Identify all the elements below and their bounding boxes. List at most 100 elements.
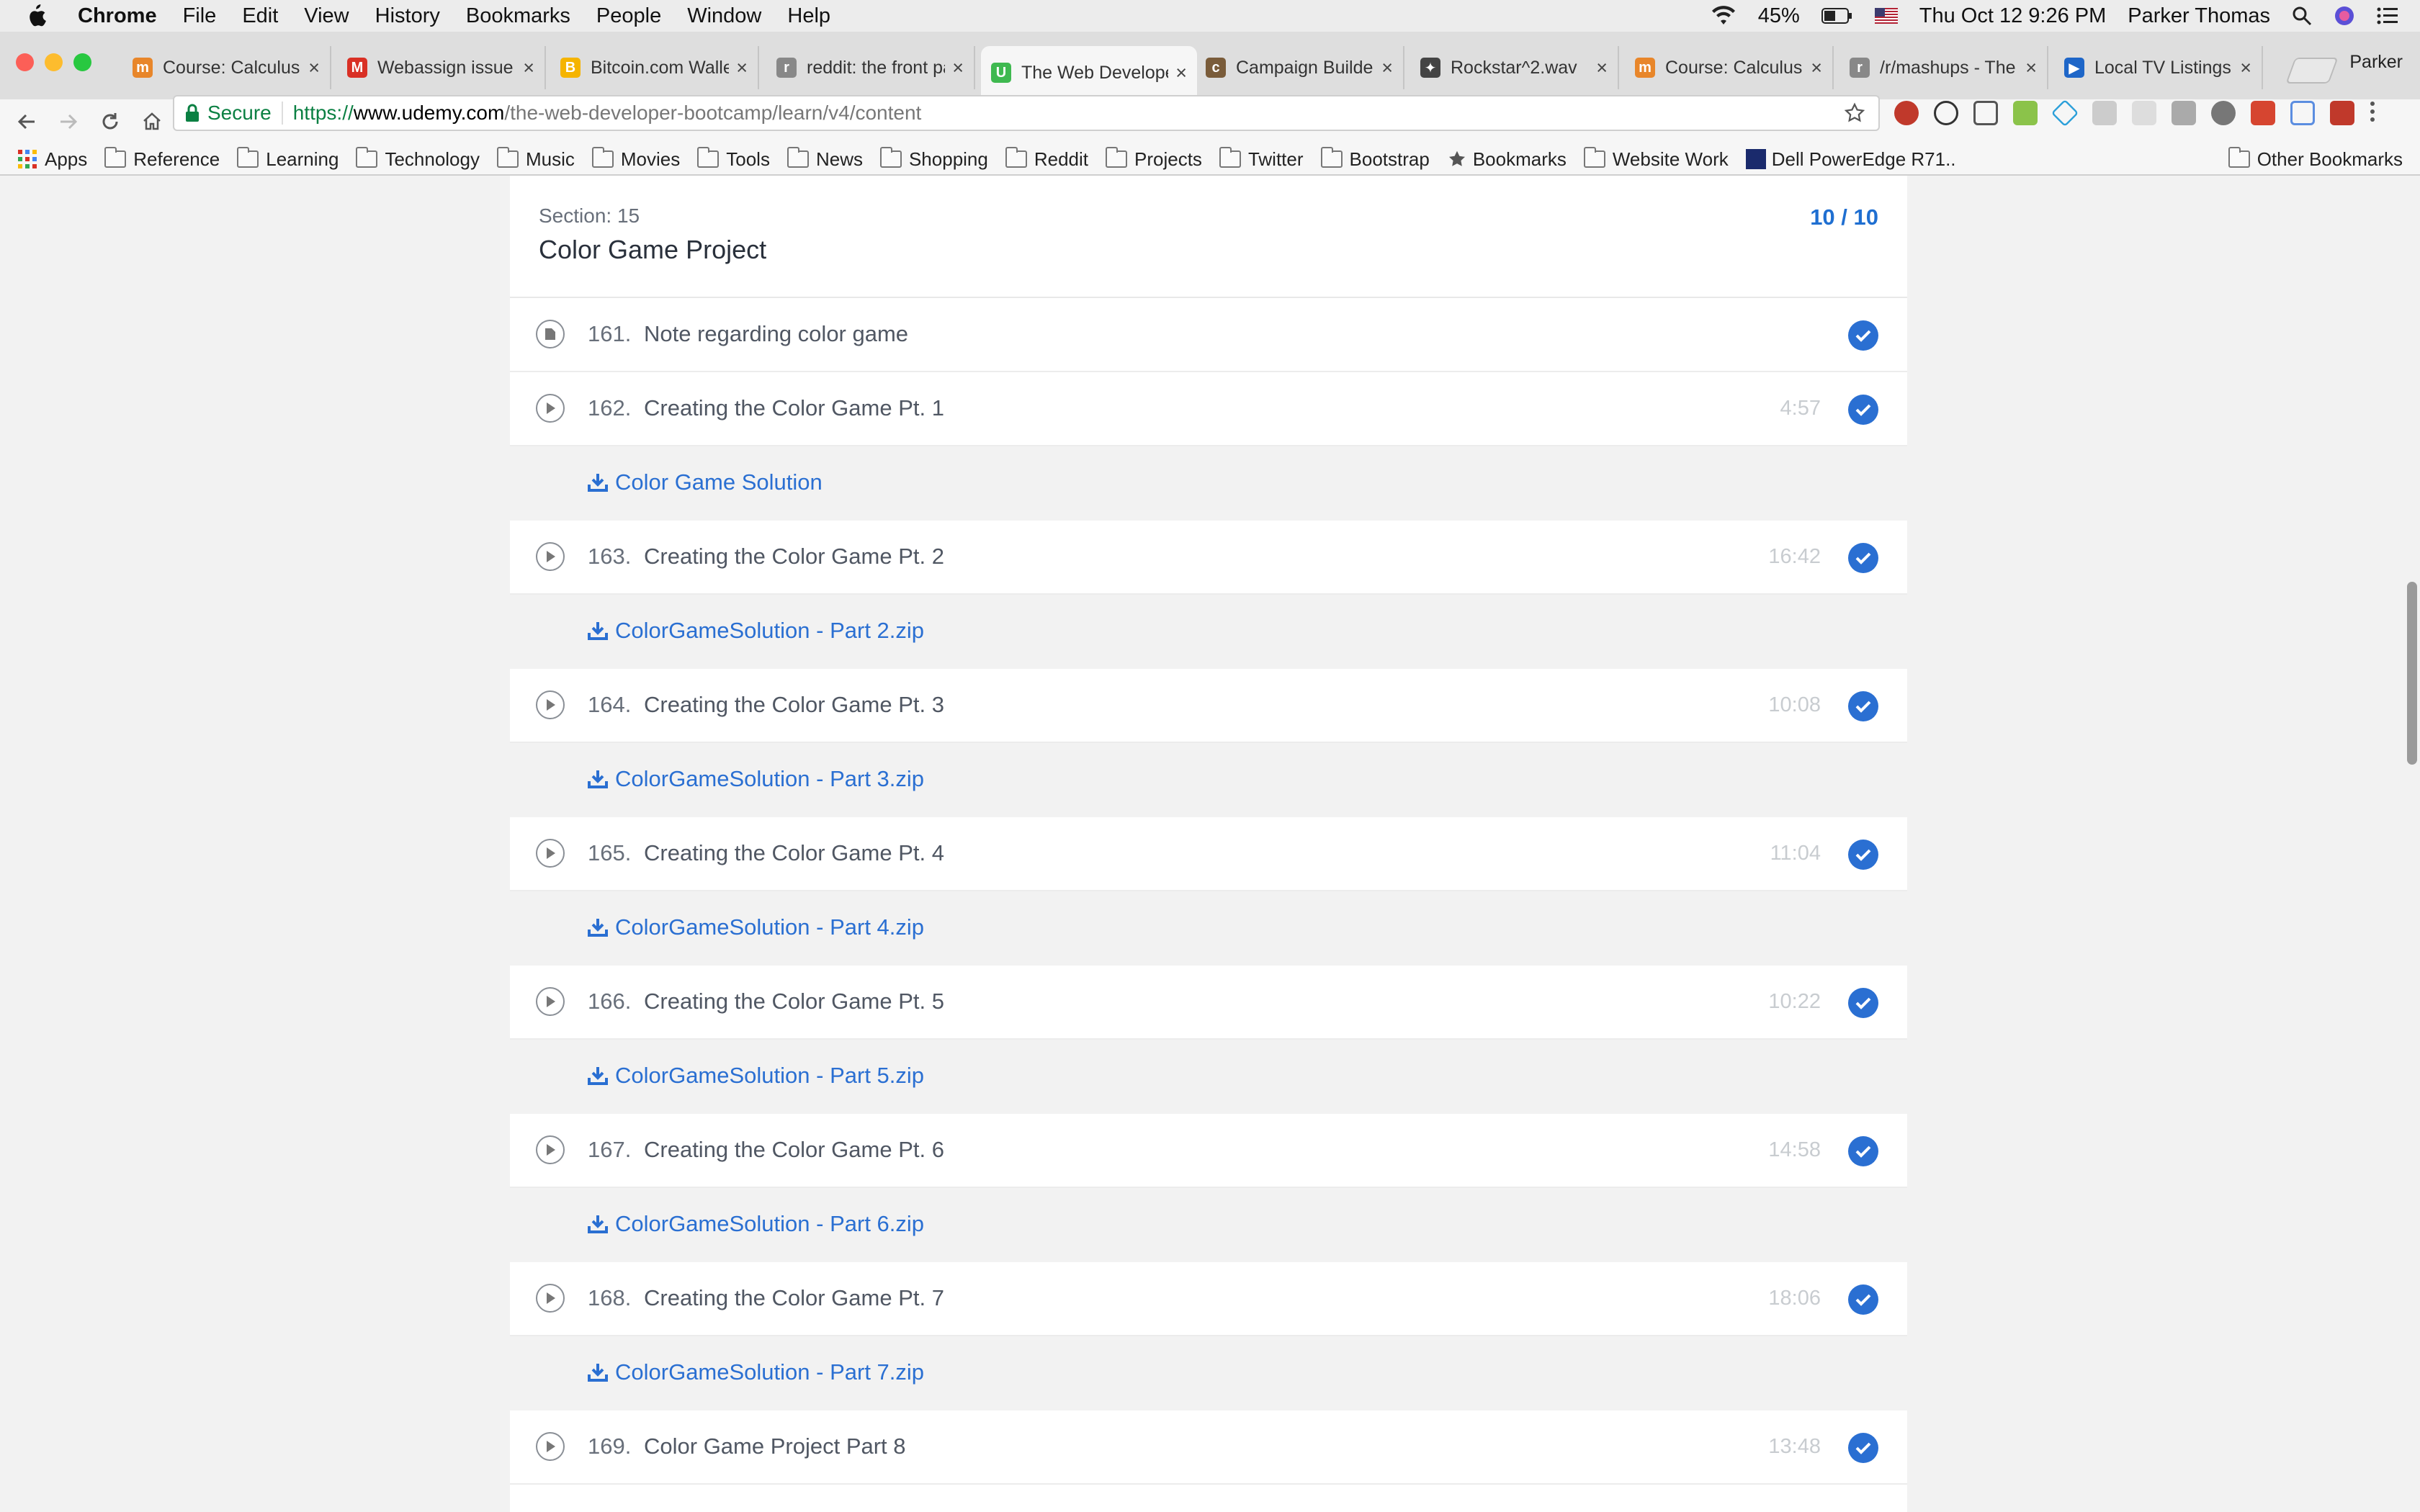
extension-globe-icon[interactable] <box>2211 101 2236 125</box>
completed-check-icon[interactable] <box>1848 543 1878 573</box>
play-icon[interactable] <box>536 1432 565 1461</box>
resource-download-link[interactable]: ColorGameSolution - Part 4.zip <box>588 914 924 940</box>
wifi-icon[interactable] <box>1711 6 1736 26</box>
bookmark-folder-technology[interactable]: Technology <box>356 147 480 171</box>
apple-icon[interactable] <box>26 4 48 28</box>
menu-help[interactable]: Help <box>787 4 830 28</box>
extension-docs-icon[interactable] <box>2290 101 2315 125</box>
tab-close-icon[interactable]: × <box>1811 57 1822 79</box>
app-menu-chrome[interactable]: Chrome <box>78 4 157 28</box>
bookmark-folder-other[interactable]: Other Bookmarks <box>2228 147 2403 171</box>
menu-bookmarks[interactable]: Bookmarks <box>466 4 570 28</box>
lecture-title[interactable]: Creating the Color Game Pt. 5 <box>644 989 944 1014</box>
flag-icon[interactable] <box>1874 8 1898 24</box>
resource-download-link[interactable]: ColorGameSolution - Part 5.zip <box>588 1063 924 1089</box>
article-icon[interactable] <box>536 320 565 348</box>
lecture-title[interactable]: Creating the Color Game Pt. 2 <box>644 544 944 570</box>
lecture-title[interactable]: Color Game Project Part 8 <box>644 1434 906 1459</box>
tab-close-icon[interactable]: × <box>523 57 534 79</box>
lecture-row[interactable]: 163. Creating the Color Game Pt. 2 16:42 <box>510 521 1907 595</box>
notification-center-icon[interactable] <box>2377 6 2398 25</box>
tab-close-icon[interactable]: × <box>2025 57 2037 79</box>
tab-2[interactable]: M Webassign issue × <box>337 46 546 89</box>
resource-download-link[interactable]: ColorGameSolution - Part 6.zip <box>588 1211 924 1237</box>
resource-download-link[interactable]: ColorGameSolution - Part 2.zip <box>588 618 924 644</box>
menu-people[interactable]: People <box>596 4 661 28</box>
bookmark-folder-learning[interactable]: Learning <box>237 147 339 171</box>
reload-icon[interactable] <box>95 107 125 137</box>
tab-10[interactable]: ▶ Local TV Listings × <box>2054 46 2263 89</box>
tab-close-icon[interactable]: × <box>1175 62 1187 84</box>
clock-datetime[interactable]: Thu Oct 12 9:26 PM <box>1919 4 2107 28</box>
lecture-title[interactable]: Creating the Color Game Pt. 4 <box>644 840 944 866</box>
resource-download-link[interactable]: ColorGameSolution - Part 3.zip <box>588 766 924 792</box>
extension-ublock-icon[interactable] <box>1894 101 1919 125</box>
extension-chat-icon[interactable] <box>2132 101 2156 125</box>
minimize-window-button[interactable] <box>45 53 63 71</box>
bookmark-folder-news[interactable]: News <box>786 147 863 171</box>
chrome-menu-icon[interactable] <box>2370 101 2375 125</box>
extension-m-icon[interactable] <box>2330 101 2354 125</box>
zoom-window-button[interactable] <box>73 53 91 71</box>
play-icon[interactable] <box>536 394 565 423</box>
play-icon[interactable] <box>536 690 565 719</box>
tab-9[interactable]: r/r/mashups - The × <box>1839 46 2048 89</box>
completed-check-icon[interactable] <box>1848 691 1878 721</box>
profile-button[interactable]: Parker <box>2349 52 2403 73</box>
completed-check-icon[interactable] <box>1848 320 1878 351</box>
tab-1[interactable]: m Course: Calculus × <box>122 46 331 89</box>
tab-close-icon[interactable]: × <box>736 57 748 79</box>
tab-close-icon[interactable]: × <box>2240 57 2251 79</box>
user-name[interactable]: Parker Thomas <box>2128 4 2270 28</box>
lecture-row[interactable]: 168. Creating the Color Game Pt. 7 18:06 <box>510 1262 1907 1336</box>
completed-check-icon[interactable] <box>1848 1284 1878 1315</box>
lecture-row[interactable]: 164. Creating the Color Game Pt. 3 10:08 <box>510 669 1907 743</box>
menu-edit[interactable]: Edit <box>242 4 278 28</box>
secure-indicator[interactable]: Secure <box>184 102 272 125</box>
bookmark-star-icon[interactable] <box>1844 102 1865 124</box>
bookmark-folder-bootstrap[interactable]: Bootstrap <box>1320 147 1430 171</box>
siri-icon[interactable] <box>2334 5 2355 27</box>
bookmark-folder-music[interactable]: Music <box>496 147 575 171</box>
tab-7[interactable]: ✦ Rockstar^2.wav × <box>1410 46 1619 89</box>
spotlight-search-icon[interactable] <box>2292 6 2312 26</box>
tab-close-icon[interactable]: × <box>1381 57 1393 79</box>
lecture-row[interactable]: 162. Creating the Color Game Pt. 1 4:57 <box>510 372 1907 446</box>
extension-pin-icon[interactable] <box>1973 101 1998 125</box>
bookmark-folder-projects[interactable]: Projects <box>1106 147 1202 171</box>
tab-8[interactable]: m Course: Calculus × <box>1625 46 1834 89</box>
tab-5[interactable]: U The Web Developer × <box>981 46 1197 99</box>
bookmark-dell-poweredge[interactable]: Dell PowerEdge R71.. <box>1745 148 1956 171</box>
address-bar[interactable]: Secure https://www.udemy.com/the-web-dev… <box>173 95 1880 131</box>
lecture-title[interactable]: Note regarding color game <box>644 321 908 347</box>
completed-check-icon[interactable] <box>1848 1433 1878 1463</box>
bookmark-folder-reddit[interactable]: Reddit <box>1005 147 1088 171</box>
play-icon[interactable] <box>536 987 565 1016</box>
tab-6[interactable]: c Campaign Builder × <box>1196 46 1404 89</box>
bookmark-folder-twitter[interactable]: Twitter <box>1219 147 1304 171</box>
lecture-title[interactable]: Creating the Color Game Pt. 3 <box>644 692 944 718</box>
play-icon[interactable] <box>536 1284 565 1313</box>
menu-history[interactable]: History <box>375 4 440 28</box>
extension-lastpass-icon[interactable] <box>2251 101 2275 125</box>
resource-download-link[interactable]: Color Game Solution <box>588 469 823 495</box>
completed-check-icon[interactable] <box>1848 1136 1878 1166</box>
play-icon[interactable] <box>536 542 565 571</box>
extension-trash-icon[interactable] <box>2092 101 2117 125</box>
lecture-title[interactable]: Creating the Color Game Pt. 7 <box>644 1285 944 1311</box>
extension-clapper-icon[interactable] <box>2172 101 2196 125</box>
play-icon[interactable] <box>536 839 565 868</box>
bookmark-folder-tools[interactable]: Tools <box>697 147 770 171</box>
home-icon[interactable] <box>137 107 167 137</box>
bookmark-folder-shopping[interactable]: Shopping <box>879 147 988 171</box>
resource-download-link[interactable]: ColorGameSolution - Part 7.zip <box>588 1359 924 1385</box>
lecture-row[interactable]: 169. Color Game Project Part 8 13:48 <box>510 1410 1907 1485</box>
lecture-title[interactable]: Creating the Color Game Pt. 1 <box>644 395 944 421</box>
bookmark-apps[interactable]: Apps <box>17 148 87 171</box>
extension-info-icon[interactable] <box>1934 101 1958 125</box>
completed-check-icon[interactable] <box>1848 988 1878 1018</box>
tab-close-icon[interactable]: × <box>952 57 964 79</box>
forward-arrow-icon[interactable] <box>53 107 84 137</box>
section-header[interactable]: Section: 15 Color Game Project 10 / 10 <box>510 176 1907 298</box>
lecture-row[interactable]: 166. Creating the Color Game Pt. 5 10:22 <box>510 966 1907 1040</box>
